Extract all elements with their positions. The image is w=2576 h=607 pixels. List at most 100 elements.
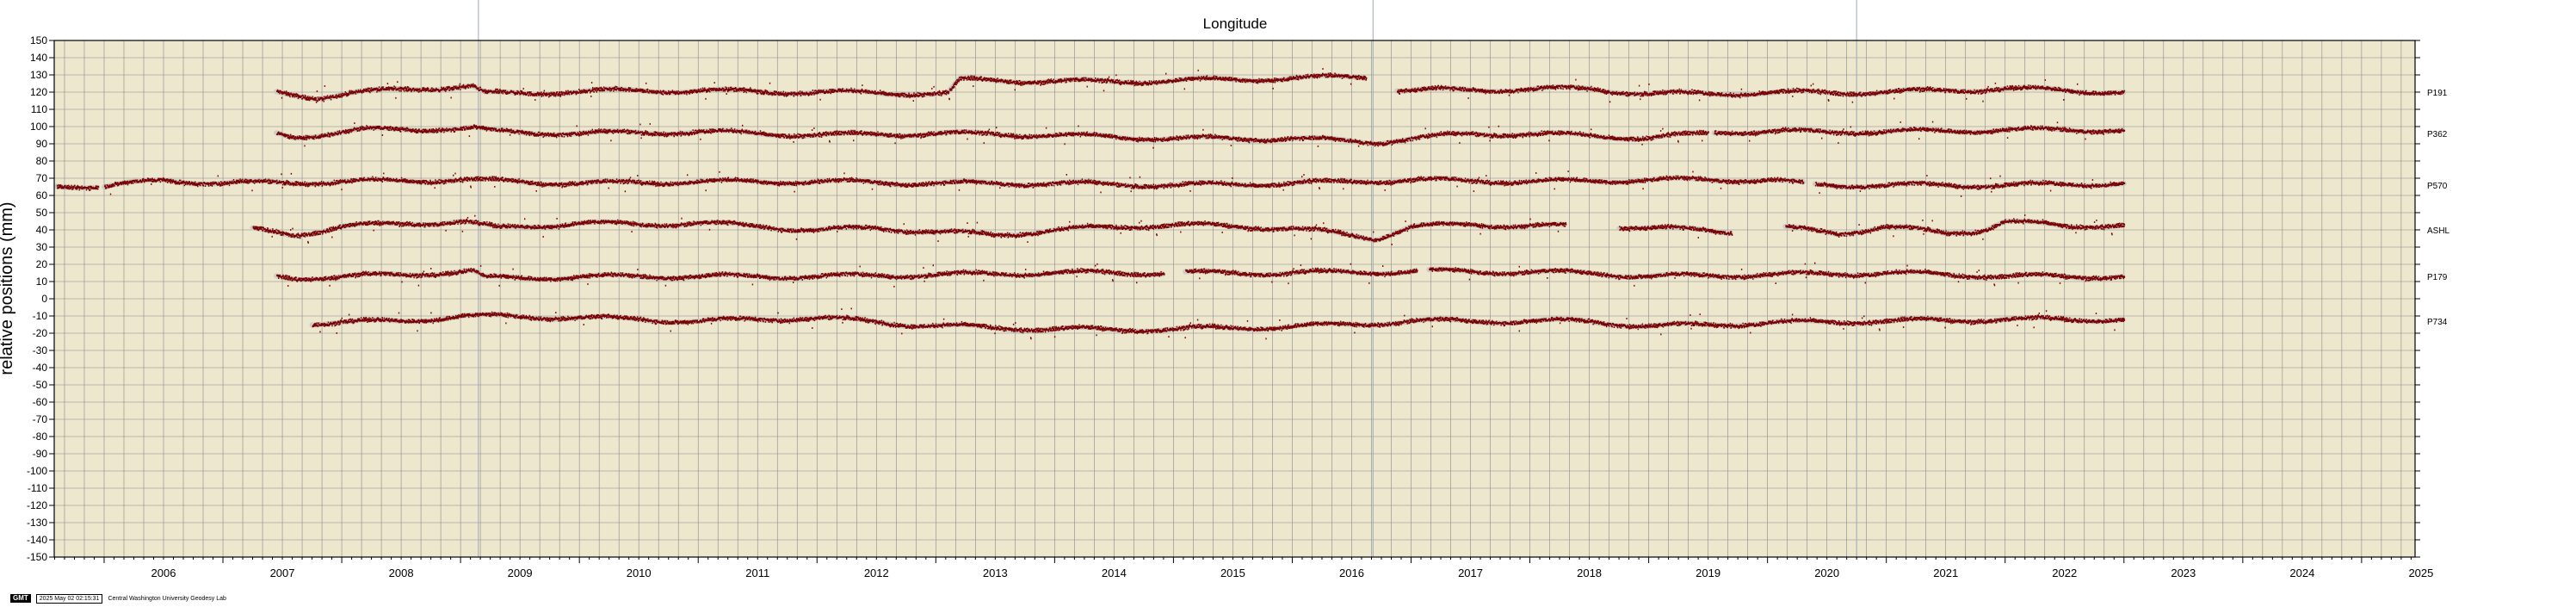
data-point: [317, 90, 318, 92]
data-point: [541, 96, 542, 97]
data-point: [455, 85, 456, 87]
data-point: [581, 92, 582, 94]
data-point: [387, 89, 388, 90]
data-point: [562, 94, 563, 96]
data-point: [438, 89, 439, 90]
data-point: [323, 98, 324, 100]
data-point: [417, 90, 418, 92]
data-point: [314, 99, 315, 101]
data-point: [332, 95, 333, 96]
data-point: [355, 93, 356, 95]
data-point: [621, 87, 622, 89]
data-point: [601, 88, 602, 90]
data-point: [289, 96, 290, 97]
data-point: [587, 92, 588, 94]
data-point: [431, 87, 432, 89]
chart: P191P362P570ASHLP179P734-150-140-130-120…: [0, 0, 2576, 607]
data-point: [496, 89, 497, 90]
data-point: [583, 91, 584, 93]
data-point: [447, 86, 448, 88]
data-point: [324, 85, 325, 87]
data-point: [525, 92, 526, 94]
data-point: [316, 97, 317, 99]
data-point: [338, 96, 339, 98]
data-point: [561, 91, 562, 93]
data-point: [382, 86, 383, 88]
data-point: [395, 97, 396, 99]
data-point: [419, 88, 420, 90]
data-point: [286, 90, 287, 92]
data-point: [495, 90, 496, 91]
data-point: [484, 90, 485, 92]
data-point: [377, 90, 378, 91]
data-point: [594, 91, 595, 93]
data-point: [376, 91, 377, 93]
data-point: [408, 87, 409, 89]
data-point: [550, 95, 551, 96]
data-point: [557, 91, 558, 93]
data-point: [530, 91, 531, 93]
data-point: [292, 94, 293, 96]
data-point: [302, 97, 303, 99]
data-point: [501, 92, 502, 94]
data-point: [559, 91, 560, 93]
data-point: [352, 93, 353, 95]
data-point: [338, 94, 339, 96]
data-point: [393, 90, 394, 91]
data-point: [575, 91, 576, 93]
data-point: [379, 86, 380, 88]
data-point: [449, 90, 450, 91]
data-point: [401, 90, 402, 92]
data-point: [536, 95, 537, 96]
data-point: [591, 82, 592, 84]
data-point: [505, 90, 506, 91]
data-point: [445, 90, 446, 92]
data-point: [302, 95, 303, 96]
data-point: [397, 81, 398, 83]
data-point: [553, 95, 554, 96]
data-point: [363, 91, 364, 93]
data-point: [592, 87, 593, 89]
data-point: [433, 89, 434, 90]
data-point: [584, 90, 585, 91]
data-point: [317, 101, 318, 102]
data-point: [585, 92, 586, 94]
data-point: [476, 86, 477, 88]
data-point: [543, 95, 544, 96]
data-point: [406, 89, 407, 90]
data-point: [463, 84, 464, 86]
data-point: [613, 90, 614, 92]
data-point: [387, 83, 388, 84]
data-point: [592, 89, 593, 90]
data-point: [596, 91, 597, 93]
data-point: [590, 96, 591, 97]
data-point: [604, 90, 605, 91]
data-point: [305, 96, 306, 97]
data-point: [327, 95, 328, 96]
data-point: [399, 90, 400, 92]
data-point: [544, 90, 545, 92]
data-point: [507, 91, 508, 93]
data-point: [616, 86, 617, 88]
data-point: [523, 88, 524, 90]
data-point: [418, 91, 419, 93]
data-point: [609, 90, 610, 92]
data-point: [478, 88, 479, 90]
data-point: [554, 92, 555, 94]
data-point: [369, 92, 370, 94]
data-point: [534, 99, 535, 101]
data-point: [569, 94, 570, 96]
data-point: [485, 92, 486, 94]
data-point: [279, 93, 280, 95]
data-point: [567, 90, 568, 92]
data-point: [428, 88, 429, 90]
data-point: [480, 87, 481, 89]
data-point: [499, 92, 500, 94]
data-point: [560, 94, 561, 96]
data-point: [336, 94, 337, 96]
data-point: [572, 92, 573, 94]
data-point: [497, 89, 498, 90]
data-point: [600, 90, 601, 92]
data-point: [316, 102, 317, 103]
data-point: [616, 90, 617, 91]
